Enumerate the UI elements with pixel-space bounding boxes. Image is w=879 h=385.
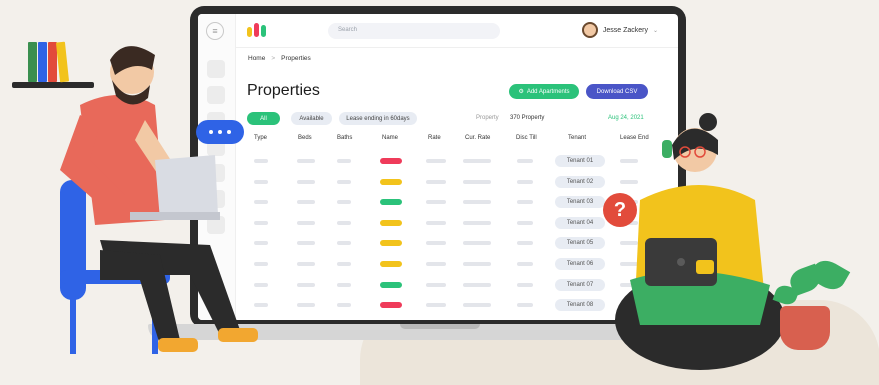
column-header[interactable]: Tenant [568, 135, 586, 141]
placeholder-cell [463, 303, 491, 308]
placeholder-cell [337, 159, 351, 163]
placeholder-cell [426, 159, 446, 163]
placeholder-cell [517, 303, 533, 308]
laptop-notch [400, 324, 480, 329]
add-apartments-label: Add Apartments [526, 88, 570, 95]
book-icon [28, 42, 37, 82]
status-badge [380, 158, 402, 164]
plant-pot [780, 306, 830, 350]
status-badge [380, 261, 402, 267]
status-badge [380, 199, 402, 206]
column-header[interactable]: Beds [298, 135, 312, 141]
user-name: Jesse Zackery [602, 26, 648, 34]
download-csv-button[interactable]: Download CSV [586, 84, 648, 99]
placeholder-cell [426, 179, 446, 184]
gear-icon: ⚙ [518, 89, 524, 95]
column-header[interactable]: Baths [337, 135, 352, 141]
placeholder-cell [463, 220, 491, 225]
leaf-icon [807, 255, 851, 295]
status-badge [380, 178, 402, 185]
placeholder-cell [463, 241, 491, 246]
placeholder-cell [463, 159, 491, 163]
placeholder-cell [337, 303, 351, 308]
placeholder-cell [463, 200, 491, 205]
add-apartments-button[interactable]: ⚙ Add Apartments [509, 84, 579, 99]
avatar [581, 22, 598, 38]
placeholder-cell [426, 200, 446, 205]
placeholder-cell [463, 282, 491, 287]
placeholder-cell [337, 179, 351, 184]
placeholder-cell [517, 241, 533, 246]
placeholder-cell [337, 220, 351, 225]
placeholder-cell [517, 262, 533, 266]
property-count: 370 Property [510, 115, 545, 121]
search-input[interactable]: Search [328, 23, 500, 39]
column-header[interactable]: Rate [428, 135, 441, 141]
column-header[interactable]: Cur. Rate [465, 135, 490, 141]
property-label: Property [476, 115, 499, 121]
tenant-chip[interactable]: Tenant 06 [555, 258, 605, 270]
user-menu[interactable]: Jesse Zackery ⌄ [581, 22, 658, 38]
filter-lease-ending[interactable]: Lease ending in 60days [339, 112, 417, 125]
status-badge [380, 302, 402, 309]
tenant-chip[interactable]: Tenant 04 [555, 216, 605, 229]
chat-bubble-icon [196, 120, 244, 144]
chevron-down-icon: ⌄ [652, 27, 658, 34]
placeholder-cell [517, 159, 533, 163]
column-header[interactable]: Disc Till [516, 135, 537, 141]
tenant-chip[interactable]: Tenant 08 [555, 299, 605, 312]
tenant-chip[interactable]: Tenant 05 [555, 237, 605, 250]
help-icon: ? [603, 193, 637, 227]
status-badge [380, 281, 402, 288]
placeholder-cell [517, 282, 533, 287]
placeholder-cell [426, 220, 446, 225]
placeholder-cell [337, 282, 351, 287]
placeholder-cell [426, 282, 446, 287]
tenant-chip[interactable]: Tenant 03 [555, 196, 605, 209]
placeholder-cell [517, 179, 533, 184]
placeholder-cell [337, 262, 351, 266]
placeholder-cell [463, 179, 491, 184]
woman-illustration [615, 113, 785, 370]
tenant-chip[interactable]: Tenant 02 [555, 175, 605, 188]
placeholder-cell [426, 241, 446, 246]
placeholder-cell [517, 200, 533, 205]
tenant-chip[interactable]: Tenant 07 [555, 278, 605, 291]
placeholder-cell [337, 200, 351, 205]
status-badge [380, 219, 402, 226]
status-badge [380, 240, 402, 247]
placeholder-cell [337, 241, 351, 246]
placeholder-cell [517, 220, 533, 225]
tenant-chip[interactable]: Tenant 01 [555, 155, 605, 167]
topbar: Search Jesse Zackery ⌄ [236, 14, 678, 48]
placeholder-cell [426, 303, 446, 308]
man-illustration [60, 46, 258, 354]
placeholder-cell [426, 262, 446, 266]
placeholder-cell [463, 262, 491, 266]
column-header[interactable]: Name [382, 135, 398, 141]
